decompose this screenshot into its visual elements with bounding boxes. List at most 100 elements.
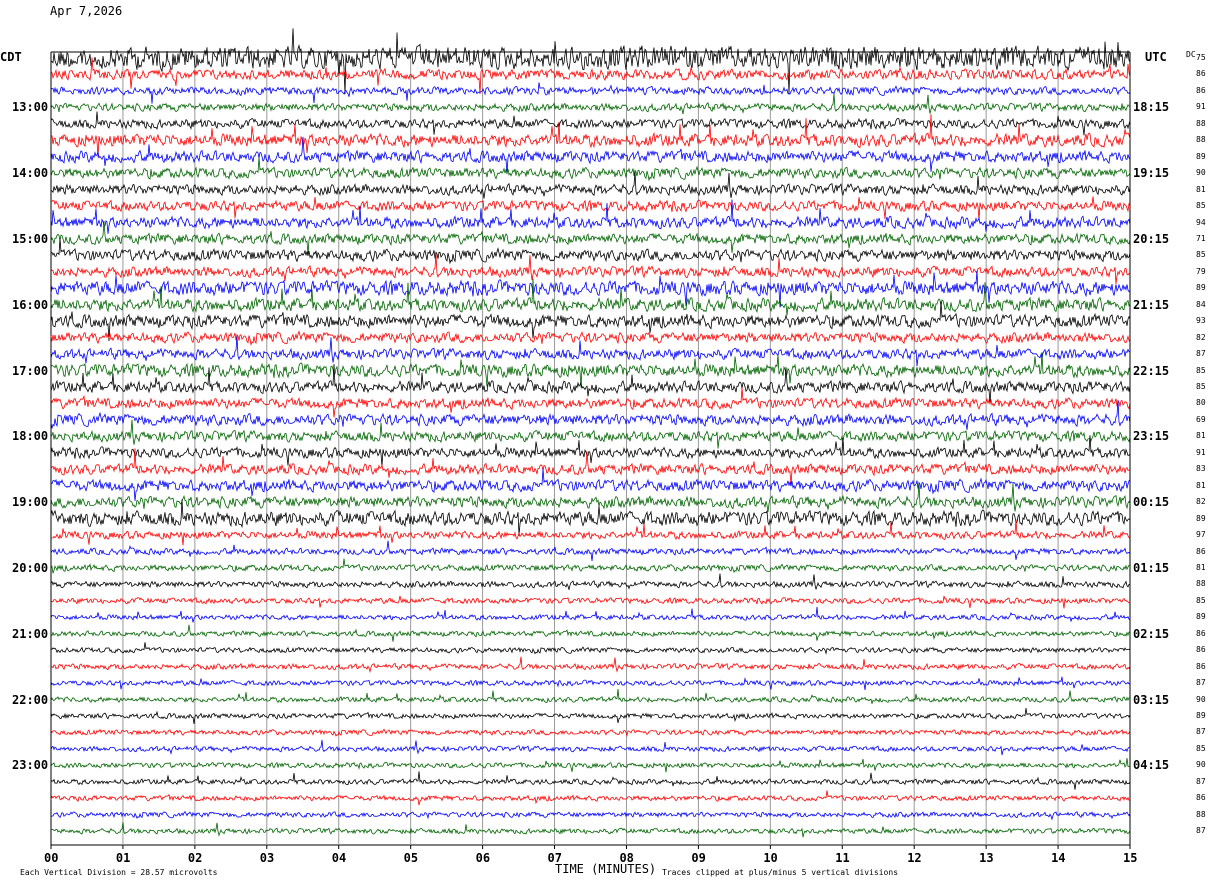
seismic-trace [50, 708, 1131, 724]
x-tick-label: 10 [763, 851, 778, 865]
dc-offset-label: 89 [1196, 612, 1206, 622]
dc-offset-label: 89 [1196, 151, 1206, 161]
dc-offset-label: 69 [1196, 414, 1206, 424]
x-tick-label: 04 [331, 851, 347, 865]
dc-offset-label: 83 [1196, 464, 1206, 474]
seismic-trace [50, 656, 1131, 674]
seismic-trace [50, 82, 1131, 104]
left-time-label: 22:00 [12, 692, 49, 707]
dc-offset-label: 82 [1196, 497, 1206, 507]
seismic-trace [50, 419, 1131, 449]
dc-offset-label: 85 [1196, 201, 1206, 211]
dc-offset-label: 86 [1196, 661, 1206, 671]
helicorder-plot: Apr 7,2026 CDT UTC DC TIME (MINUTES) Eac… [0, 0, 1210, 886]
trace-canvas [50, 28, 1131, 849]
x-tick-label: 09 [691, 851, 706, 865]
seismic-trace [50, 642, 1131, 655]
x-tick-label: 00 [44, 851, 59, 865]
right-time-label: 19:15 [1133, 166, 1170, 181]
seismic-trace [50, 468, 1131, 501]
dc-offset-label: 90 [1196, 168, 1206, 178]
seismic-trace [50, 330, 1131, 346]
date-label: Apr 7,2026 [50, 4, 123, 18]
left-time-label: 18:00 [12, 429, 49, 444]
right-time-label: 20:15 [1133, 231, 1170, 246]
x-tick-label: 06 [475, 851, 491, 865]
seismic-trace [50, 558, 1131, 574]
left-timezone-label: CDT [0, 50, 22, 64]
dc-offset-label: 86 [1196, 546, 1206, 556]
dc-offset-label: 91 [1196, 447, 1206, 457]
dc-offset-label: 86 [1196, 628, 1206, 638]
seismic-trace [50, 28, 1131, 95]
x-tick-label: 11 [835, 851, 850, 865]
dc-offset-label: 82 [1196, 332, 1206, 342]
dc-offset-label: 84 [1196, 299, 1206, 309]
seismic-trace [50, 93, 1131, 115]
dc-offset-label: 85 [1196, 743, 1206, 753]
x-tick-label: 01 [115, 851, 131, 865]
right-time-label: 23:15 [1133, 429, 1170, 444]
dc-offset-label: 86 [1196, 645, 1206, 655]
dc-offset-label: 86 [1196, 85, 1206, 95]
right-time-label: 21:15 [1133, 297, 1170, 312]
seismic-trace [50, 573, 1131, 590]
dc-offset-label: 89 [1196, 283, 1206, 293]
clip-note: Traces clipped at plus/minus 5 vertical … [662, 868, 899, 877]
dc-offset-label: 91 [1196, 102, 1206, 112]
seismic-trace [50, 136, 1131, 175]
seismic-trace [50, 595, 1131, 609]
seismic-trace [50, 739, 1131, 756]
left-time-label: 19:00 [12, 495, 49, 510]
seismic-trace [50, 624, 1131, 642]
dc-offset-label: 81 [1196, 562, 1206, 572]
x-tick-label: 02 [187, 851, 203, 865]
dc-offset-label: 90 [1196, 760, 1206, 770]
seismic-trace [50, 540, 1131, 562]
left-time-label: 14:00 [12, 166, 49, 181]
seismic-trace [50, 270, 1131, 308]
dc-offset-label: 93 [1196, 316, 1206, 326]
x-tick-label: 07 [547, 851, 562, 865]
seismic-trace [50, 689, 1131, 704]
x-tick-label: 03 [259, 851, 275, 865]
dc-offset-label: 86 [1196, 69, 1206, 79]
right-timezone-label: UTC [1145, 50, 1167, 64]
dc-offset-label: 87 [1196, 678, 1206, 688]
x-tick-label: 08 [619, 851, 634, 865]
right-time-label: 03:15 [1133, 692, 1170, 707]
seismic-trace [50, 790, 1131, 806]
seismic-trace [50, 757, 1131, 773]
dc-offset-label: 88 [1196, 809, 1206, 819]
left-time-label: 20:00 [12, 560, 49, 575]
right-time-label: 02:15 [1133, 626, 1170, 641]
dc-offset-label: 85 [1196, 382, 1206, 391]
seismic-trace [50, 771, 1131, 790]
seismic-trace [50, 519, 1131, 546]
dc-offset-label: 87 [1196, 826, 1206, 836]
dc-offset-label: 97 [1196, 530, 1206, 540]
x-axis-title: TIME (MINUTES) [555, 862, 657, 876]
dc-offset-label: 81 [1196, 431, 1206, 441]
right-time-label: 00:15 [1133, 495, 1170, 510]
left-time-label: 21:00 [12, 626, 49, 641]
dc-offset-label: 81 [1196, 480, 1206, 490]
seismic-trace [50, 606, 1131, 623]
seismic-trace [50, 171, 1131, 199]
left-time-label: 16:00 [12, 297, 49, 312]
left-time-label: 23:00 [12, 758, 49, 773]
dc-offset-label: 71 [1196, 233, 1206, 243]
dc-offset-label: 85 [1196, 250, 1206, 260]
seismic-trace [50, 822, 1131, 838]
dc-offset-label: 87 [1196, 727, 1206, 737]
right-time-label: 18:15 [1133, 100, 1170, 115]
dc-offset-label: 89 [1196, 513, 1206, 523]
dc-offset-label: 79 [1196, 266, 1206, 276]
dc-offset-label: 90 [1196, 694, 1206, 704]
x-tick-label: 05 [403, 851, 419, 865]
dc-offset-label: 94 [1196, 217, 1206, 227]
x-tick-label: 13 [979, 851, 994, 865]
seismic-trace [50, 111, 1131, 136]
x-tick-label: 12 [907, 851, 922, 865]
dc-offset-label: 87 [1196, 776, 1206, 786]
